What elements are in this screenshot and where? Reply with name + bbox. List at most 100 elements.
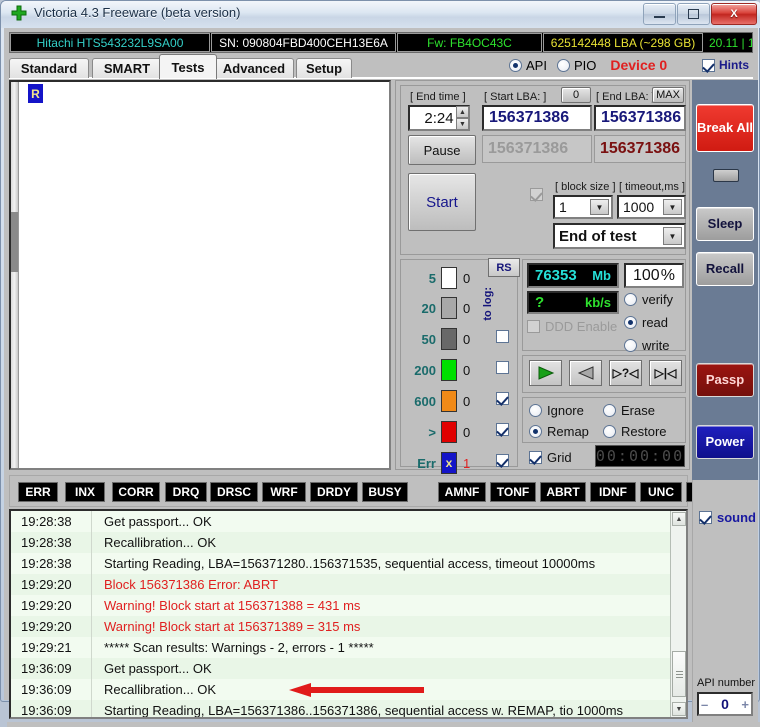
ddd-enable-checkbox[interactable] (527, 320, 540, 333)
log-checkbox-err[interactable] (496, 454, 509, 467)
read-radio[interactable] (624, 316, 637, 329)
play-forward-button[interactable] (529, 360, 562, 386)
start-lba-zero-button[interactable]: 0 (561, 87, 591, 103)
remap-radio[interactable] (529, 425, 542, 438)
legend-count: 0 (463, 300, 471, 316)
end-lba-field[interactable]: 156371386 (594, 105, 686, 131)
ddd-enable-toggle[interactable]: DDD Enable (527, 319, 617, 334)
current-start-lba-display: 156371386 (482, 135, 592, 163)
action-remap-option[interactable]: Remap (529, 424, 589, 439)
scan-map[interactable]: R (9, 80, 391, 470)
action-ignore-option[interactable]: Ignore (529, 403, 584, 418)
end-time-spin-down[interactable]: ▼ (456, 118, 469, 130)
recall-button[interactable]: Recall (696, 252, 754, 286)
pio-radio[interactable] (556, 58, 570, 72)
close-button[interactable]: X (711, 3, 757, 25)
end-lba-max-button[interactable]: MAX (652, 87, 684, 103)
log-scroll-up-button[interactable]: ▲ (672, 512, 686, 526)
speed-unit: kb/s (584, 295, 611, 310)
log-timestamp: 19:36:09 (21, 661, 72, 676)
minimize-button[interactable] (643, 3, 676, 25)
flag-wrf[interactable]: WRF (262, 482, 306, 502)
timeout-chevron-down-icon[interactable]: ▼ (663, 199, 682, 215)
hints-label: Hints (719, 58, 749, 72)
tab-tests[interactable]: Tests (159, 54, 217, 79)
log-scroll-thumb[interactable] (672, 651, 686, 697)
start-button[interactable]: Start (408, 173, 476, 231)
sound-checkbox[interactable] (699, 511, 712, 524)
log-message: Warning! Block start at 156371389 = 315 … (104, 619, 361, 634)
log-checkbox-600[interactable] (496, 392, 509, 405)
sidebar-bottom-panel: sound API number – 0 + (692, 480, 758, 727)
api-radio[interactable] (509, 58, 522, 72)
flag-drdy[interactable]: DRDY (310, 482, 358, 502)
end-of-test-chevron-down-icon[interactable]: ▼ (663, 227, 682, 245)
flag-busy[interactable]: BUSY (362, 482, 408, 502)
log-scrollbar[interactable]: ▲ ▼ (670, 511, 686, 717)
flag-amnf[interactable]: AMNF (438, 482, 486, 502)
hints-toggle[interactable]: Hints (702, 58, 749, 72)
map-scroll-thumb[interactable] (11, 212, 18, 272)
log-timestamp: 19:29:20 (21, 619, 72, 634)
flag-idnf[interactable]: IDNF (590, 482, 636, 502)
flag-tonf[interactable]: TONF (490, 482, 536, 502)
tab-setup[interactable]: Setup (296, 58, 352, 78)
flag-corr[interactable]: CORR (112, 482, 160, 502)
log-scroll-down-button[interactable]: ▼ (672, 702, 686, 716)
op-write-option[interactable]: write (624, 338, 669, 353)
sleep-button[interactable]: Sleep (696, 207, 754, 241)
log-checkbox-200[interactable] (496, 361, 509, 374)
end-of-test-select[interactable]: End of test ▼ (553, 223, 686, 249)
block-size-chevron-down-icon[interactable]: ▼ (590, 199, 609, 215)
butterfly-seek-button[interactable]: ▷|◁ (649, 360, 682, 386)
start-lba-field[interactable]: 156371386 (482, 105, 592, 131)
sound-toggle[interactable]: sound (699, 510, 756, 525)
play-backward-button[interactable] (569, 360, 602, 386)
verify-radio[interactable] (624, 293, 637, 306)
api-number-increment-button[interactable]: + (741, 697, 749, 712)
flag-drq[interactable]: DRQ (165, 482, 207, 502)
grid-toggle[interactable]: Grid (529, 450, 572, 465)
maximize-button[interactable] (677, 3, 710, 25)
passport-button[interactable]: Passp (696, 363, 754, 397)
break-all-button[interactable]: Break All (696, 104, 754, 152)
timeout-select[interactable]: 1000 ▼ (617, 195, 686, 219)
nav-enable-checkbox[interactable] (530, 188, 543, 201)
green-cross-icon (11, 5, 27, 21)
grid-checkbox[interactable] (529, 451, 542, 464)
tab-standard[interactable]: Standard (9, 58, 89, 78)
title-bar: Victoria 4.3 Freeware (beta version) X (1, 1, 760, 28)
start-lba-label: [ Start LBA: ] (484, 91, 547, 103)
random-seek-button[interactable]: ▷?◁ (609, 360, 642, 386)
action-erase-option[interactable]: Erase (603, 403, 655, 418)
op-verify-option[interactable]: verify (624, 292, 673, 307)
ignore-radio[interactable] (529, 404, 542, 417)
flag-err[interactable]: ERR (18, 482, 58, 502)
log-row: 19:36:09 Starting Reading, LBA=156371386.… (11, 700, 686, 717)
log-checkbox-over[interactable] (496, 423, 509, 436)
read-label: read (642, 315, 669, 330)
tab-advanced[interactable]: Advanced (214, 58, 294, 78)
block-size-select[interactable]: 1 ▼ (553, 195, 613, 219)
api-number-decrement-button[interactable]: – (701, 697, 708, 712)
hints-checkbox[interactable] (702, 58, 715, 72)
write-radio[interactable] (624, 339, 637, 352)
api-number-stepper[interactable]: – 0 + (697, 692, 753, 716)
scan-map-canvas[interactable]: R (19, 82, 389, 468)
end-time-spin-up[interactable]: ▲ (456, 106, 469, 118)
flag-abrt[interactable]: ABRT (540, 482, 586, 502)
action-restore-option[interactable]: Restore (603, 424, 667, 439)
flag-drsc[interactable]: DRSC (210, 482, 258, 502)
op-read-option[interactable]: read (624, 315, 668, 330)
erase-radio[interactable] (603, 404, 616, 417)
power-button[interactable]: Power (696, 425, 754, 459)
speed-readout: ? kb/s (527, 291, 619, 314)
tab-smart[interactable]: SMART (92, 58, 162, 78)
restore-radio[interactable] (603, 425, 616, 438)
pause-button[interactable]: Pause (408, 135, 476, 165)
flag-inx[interactable]: INX (65, 482, 105, 502)
log-checkbox-50[interactable] (496, 330, 509, 343)
flag-unc[interactable]: UNC (640, 482, 682, 502)
log-timestamp: 19:28:38 (21, 556, 72, 571)
map-scrollbar[interactable] (11, 82, 19, 468)
